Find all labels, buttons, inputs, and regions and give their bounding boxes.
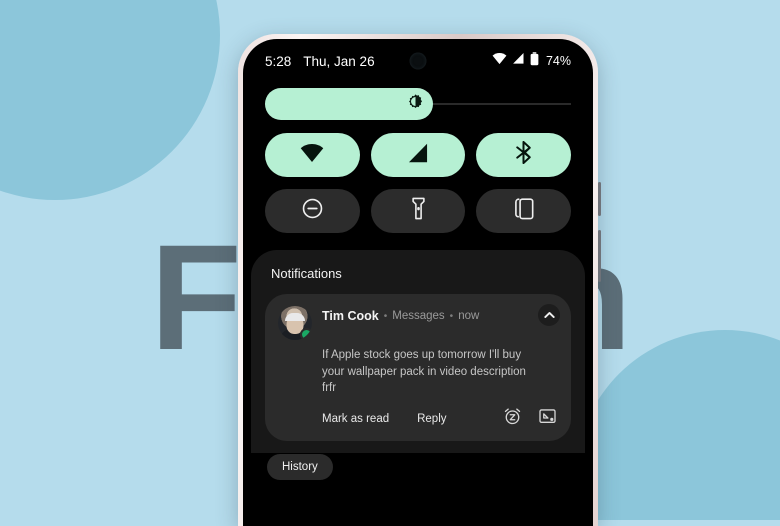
- notification-sender: Tim Cook: [322, 309, 379, 323]
- status-date: Thu, Jan 26: [303, 53, 375, 69]
- status-bar-left: 5:28 Thu, Jan 26: [265, 54, 375, 69]
- notification-actions-row: Mark as read Reply: [322, 408, 558, 430]
- phone-device-frame: 5:28 Thu, Jan 26 74% Notifications Tim C…: [238, 34, 601, 526]
- front-camera-punch-hole: [409, 52, 427, 70]
- signal-icon: [408, 143, 429, 168]
- battery-percent-label: 74%: [545, 54, 571, 68]
- snooze-alarm-icon[interactable]: [504, 408, 521, 430]
- tile-do-not-disturb[interactable]: [265, 189, 360, 233]
- brightness-icon: [408, 94, 423, 114]
- notification-shade: Notifications Tim Cook • Messages • now …: [251, 250, 585, 481]
- quick-settings-panel: [243, 83, 593, 233]
- tile-wifi[interactable]: [265, 133, 360, 177]
- chevron-up-icon: [543, 306, 555, 324]
- brightness-slider-fill: [265, 88, 434, 120]
- notification-icon-actions: [504, 408, 558, 430]
- phone-screen: 5:28 Thu, Jan 26 74% Notifications Tim C…: [243, 39, 593, 526]
- tile-mobile-data[interactable]: [370, 133, 466, 177]
- status-bar: 5:28 Thu, Jan 26 74%: [243, 39, 593, 83]
- history-button[interactable]: History: [267, 454, 333, 481]
- quick-settings-row-1: [265, 133, 572, 177]
- wifi-icon: [300, 143, 324, 168]
- battery-icon: [530, 51, 539, 71]
- mark-as-read-button[interactable]: Mark as read: [322, 413, 389, 425]
- flashlight-icon: [411, 197, 425, 225]
- notifications-header: Notifications: [271, 266, 342, 281]
- status-time: 5:28: [265, 53, 292, 69]
- messages-app-badge-icon: [300, 328, 312, 340]
- avatar: [278, 306, 312, 340]
- power-button[interactable]: [598, 182, 601, 216]
- meta-separator-2: •: [449, 310, 454, 322]
- avatar-hair: [285, 312, 305, 321]
- meta-separator-1: •: [383, 310, 388, 322]
- bubble-icon[interactable]: [539, 409, 556, 429]
- notification-header-row: Tim Cook • Messages • now: [278, 306, 558, 340]
- notification-message-text: If Apple stock goes up tomorrow I'll buy…: [322, 349, 526, 395]
- screen-cast-icon: [514, 197, 534, 225]
- do-not-disturb-icon: [302, 198, 323, 224]
- bluetooth-icon: [515, 140, 532, 169]
- tile-bluetooth[interactable]: [476, 133, 572, 177]
- wifi-icon: [492, 52, 507, 70]
- status-bar-right: 74%: [492, 51, 571, 71]
- tile-screen-cast[interactable]: [476, 189, 572, 233]
- background-circle-top-left: [0, 0, 220, 200]
- signal-icon: [512, 52, 525, 70]
- notification-meta: Tim Cook • Messages • now: [322, 306, 479, 323]
- brightness-slider[interactable]: [265, 87, 571, 121]
- volume-button[interactable]: [598, 230, 601, 282]
- notification-collapse-button[interactable]: [538, 304, 560, 326]
- tile-flashlight[interactable]: [370, 189, 466, 233]
- reply-button[interactable]: Reply: [417, 413, 446, 425]
- quick-settings-row-2: [265, 189, 572, 233]
- notification-timestamp: now: [458, 310, 480, 322]
- notification-card[interactable]: Tim Cook • Messages • now If Apple stock…: [265, 294, 571, 442]
- notification-app-name: Messages: [392, 310, 445, 322]
